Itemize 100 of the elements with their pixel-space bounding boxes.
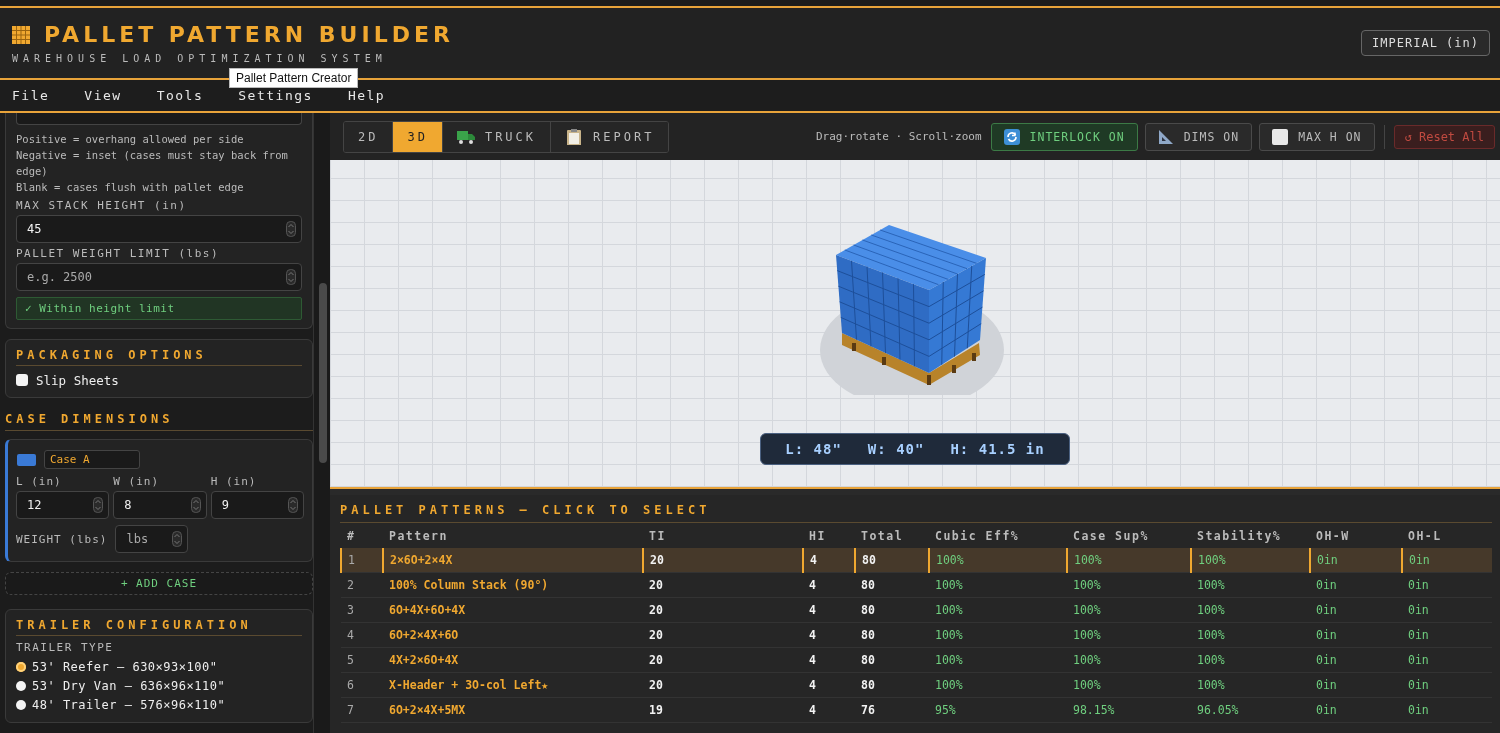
table-cell: 20 xyxy=(643,672,803,698)
table-cell: 100% xyxy=(1191,548,1310,573)
radio-button[interactable] xyxy=(16,680,26,691)
table-cell: 80 xyxy=(855,597,929,623)
scrollbar[interactable] xyxy=(313,113,330,733)
hint-text: Drag·rotate · Scroll·zoom xyxy=(816,130,982,143)
menu-item[interactable]: Settings xyxy=(238,88,313,103)
table-cell: 4 xyxy=(803,672,855,698)
status-message: ✓ Within height limit xyxy=(16,297,302,320)
table-cell: 100% xyxy=(1191,647,1310,673)
table-row[interactable]: 5 4X+2×6O+4X 20 4 80 100% 100% 100% 0in 0in xyxy=(341,647,1492,673)
toggle-button[interactable]: DIMS ON xyxy=(1144,122,1253,151)
table-cell: 100% xyxy=(1191,672,1310,698)
dimension-text: W: 40" xyxy=(867,441,925,457)
table-cell: 2 xyxy=(341,572,383,598)
scroll-thumb[interactable] xyxy=(319,283,327,463)
table-cell: 0in xyxy=(1402,572,1492,598)
table-cell: 100% xyxy=(1067,672,1191,698)
field-label: PALLET WEIGHT LIMIT (lbs) xyxy=(16,247,221,260)
3d-viewport[interactable]: L: 48" W: 40" H: 41.5 in xyxy=(330,160,1500,487)
table-cell: 0in xyxy=(1310,597,1402,623)
toggle-button[interactable]: MAX H ON xyxy=(1259,122,1375,151)
menu-item[interactable]: Tools xyxy=(156,88,204,103)
table-cell: 80 xyxy=(855,647,929,673)
section-title: CASE DIMENSIONS xyxy=(5,408,313,431)
table-row[interactable]: 1 2×6O+2×4X 20 4 80 100% 100% 100% 0in 0in xyxy=(341,548,1492,573)
menu-item[interactable]: View xyxy=(84,88,122,103)
menu-item[interactable]: Help xyxy=(347,88,386,103)
table-cell: 76 xyxy=(855,697,929,723)
table-cell: 80 xyxy=(855,548,929,573)
radio-button[interactable] xyxy=(16,661,26,672)
table-cell: 4 xyxy=(803,572,855,598)
table-cell: 4 xyxy=(803,548,855,573)
table-cell: 100% xyxy=(929,572,1067,598)
table-cell: 0in xyxy=(1310,622,1402,648)
square-icon xyxy=(1272,128,1289,145)
tooltip: Pallet Pattern Creator xyxy=(229,68,359,88)
table-row[interactable]: 4 6O+2×4X+6O 20 4 80 100% 100% 100% 0in 0in xyxy=(341,622,1492,648)
table-cell: 0in xyxy=(1402,647,1492,673)
table-cell: 6 xyxy=(341,672,383,698)
table-cell: 0in xyxy=(1402,548,1492,573)
table-cell: 6O+2×4X+6O xyxy=(383,622,643,648)
table-cell: 80 xyxy=(855,622,929,648)
units-button[interactable]: IMPERIAL (in) xyxy=(1361,30,1490,56)
resize-handle[interactable] xyxy=(330,487,1500,495)
number-field[interactable]: 9 xyxy=(210,491,304,519)
table-cell: 100% xyxy=(1191,597,1310,623)
table-row[interactable]: 6 X-Header + 3O-col Left★ 20 4 80 100% 100% 100% 0in 0in xyxy=(341,672,1492,698)
number-field[interactable]: 12 xyxy=(16,491,110,519)
clipboard-icon xyxy=(565,128,584,145)
input-field[interactable] xyxy=(16,113,302,125)
table-cell: 6O+4X+6O+4X xyxy=(383,597,643,623)
spinner-icon xyxy=(288,497,298,513)
name-field[interactable]: Case A xyxy=(44,450,140,469)
spinner-icon xyxy=(190,497,201,513)
table-cell: 0in xyxy=(1402,622,1492,648)
table-cell: 6O+2×4X+5MX xyxy=(383,697,643,723)
table-cell: 80 xyxy=(855,672,929,698)
table-row[interactable]: 7 6O+2×4X+5MX 19 4 76 95% 98.15% 96.05% 0in 0in xyxy=(341,697,1492,723)
table-row[interactable]: 2 100% Column Stack (90°) 20 4 80 100% 100% 100% 0in 0in xyxy=(341,572,1492,598)
table-row[interactable]: 3 6O+4X+6O+4X 20 4 80 100% 100% 100% 0in 0in xyxy=(341,597,1492,623)
table-cell: 100% xyxy=(1067,597,1191,623)
table-cell: 100% xyxy=(1067,622,1191,648)
help-text: Positive = overhang allowed per side xyxy=(16,132,245,147)
table-cell: 100% xyxy=(929,622,1067,648)
table-cell: 96.05% xyxy=(1191,697,1310,723)
add-case-button[interactable]: + ADD CASE xyxy=(5,572,313,595)
toggle-button[interactable]: INTERLOCK ON xyxy=(990,122,1138,151)
view-tab[interactable]: 3D xyxy=(393,121,443,152)
table-cell: 2×6O+2×4X xyxy=(383,548,643,573)
table-cell: 100% xyxy=(1067,647,1191,673)
table-cell: 100% Column Stack (90°) xyxy=(383,572,643,598)
table-cell: 100% xyxy=(929,597,1067,623)
refresh-icon xyxy=(1003,128,1020,145)
table-cell: 20 xyxy=(643,597,803,623)
table-cell: 0in xyxy=(1310,672,1402,698)
number-field[interactable]: e.g. 2500 xyxy=(16,263,302,291)
spinner-icon xyxy=(172,531,183,547)
dimension-text: H: 41.5 in xyxy=(950,441,1045,457)
color-swatch[interactable] xyxy=(17,453,36,466)
checkbox[interactable] xyxy=(16,374,28,386)
field-label: L (in) xyxy=(16,475,63,488)
help-text: Blank = cases flush with pallet edge xyxy=(16,180,245,195)
table-cell: 7 xyxy=(341,697,383,723)
number-field[interactable]: lbs xyxy=(115,525,189,553)
menu-item[interactable]: File xyxy=(12,88,50,103)
view-tab[interactable]: 2D xyxy=(344,121,394,152)
table-cell: 100% xyxy=(929,672,1067,698)
table-cell: 5 xyxy=(341,647,383,673)
field-label: H (in) xyxy=(210,475,258,488)
table-cell: 100% xyxy=(1067,572,1191,598)
number-field[interactable]: 8 xyxy=(113,491,207,519)
radio-button[interactable] xyxy=(16,699,26,710)
number-field[interactable]: 45 xyxy=(16,215,302,243)
app-subtitle: WAREHOUSE LOAD OPTIMIZATION SYSTEM xyxy=(12,53,388,64)
table-cell: 100% xyxy=(1067,548,1191,573)
field-label: TRAILER TYPE xyxy=(16,641,115,654)
spinner-icon xyxy=(286,269,296,285)
triangle-ruler-icon xyxy=(1157,128,1174,145)
table-cell: 20 xyxy=(643,647,803,673)
